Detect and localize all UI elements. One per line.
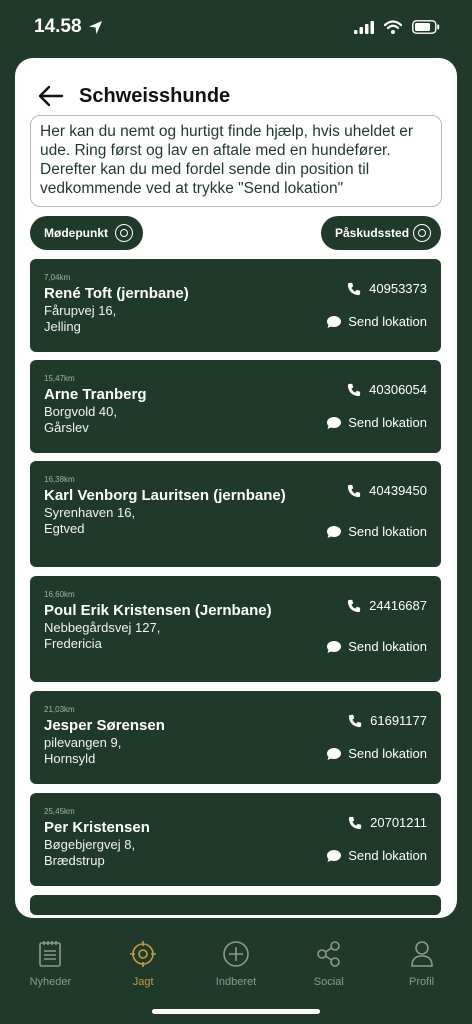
status-time: 14.58 xyxy=(34,16,103,38)
call-button[interactable]: 40953373 xyxy=(347,281,427,296)
send-location-button[interactable]: Send lokation xyxy=(326,524,427,539)
send-location-button[interactable]: Send lokation xyxy=(326,746,427,761)
phone-icon xyxy=(348,599,361,612)
send-location-button[interactable]: Send lokation xyxy=(326,314,427,329)
battery-icon xyxy=(412,20,440,34)
contact-name: Per Kristensen xyxy=(44,819,150,836)
person-icon xyxy=(410,941,433,967)
phone-icon xyxy=(348,282,361,295)
send-location-label: Send lokation xyxy=(348,415,427,430)
phone-number: 40953373 xyxy=(369,281,427,296)
tab-nyheder[interactable]: Nyheder xyxy=(4,932,97,1024)
street: Nebbegårdsvej 127, xyxy=(44,620,161,635)
status-bar: 14.58 xyxy=(0,0,472,54)
contact-card-partial[interactable] xyxy=(30,895,441,915)
phone-icon xyxy=(348,383,361,396)
chat-bubble-icon xyxy=(327,525,342,538)
street: Syrenhaven 16, xyxy=(44,505,136,520)
phone-number: 40439450 xyxy=(369,483,427,498)
contact-card[interactable]: 7,04km René Toft (jernbane) Fårupvej 16,… xyxy=(30,259,441,352)
chat-bubble-icon xyxy=(327,747,342,760)
phone-number: 20701211 xyxy=(370,815,427,830)
signal-icon xyxy=(354,20,374,34)
call-button[interactable]: 40306054 xyxy=(347,382,427,397)
send-location-button[interactable]: Send lokation xyxy=(326,848,427,863)
phone-number: 40306054 xyxy=(369,382,427,397)
content-sheet: Schweisshunde Her kan du nemt og hurtigt… xyxy=(15,58,457,918)
send-location-label: Send lokation xyxy=(348,314,427,329)
chat-bubble-icon xyxy=(327,416,342,429)
send-location-button[interactable]: Send lokation xyxy=(326,639,427,654)
contact-card[interactable]: 16,60km Poul Erik Kristensen (Jernbane) … xyxy=(30,576,441,682)
call-button[interactable]: 61691177 xyxy=(348,713,427,728)
shot-location-button[interactable]: Påskudssted xyxy=(321,216,441,250)
meeting-point-label: Mødepunkt xyxy=(44,226,108,240)
contact-card[interactable]: 21,03km Jesper Sørensen pilevangen 9, Ho… xyxy=(30,691,441,784)
tab-label: Indberet xyxy=(215,976,257,988)
chat-bubble-icon xyxy=(327,315,342,328)
clock-text: 14.58 xyxy=(34,16,82,37)
plus-circle-icon xyxy=(223,941,249,967)
send-location-label: Send lokation xyxy=(348,848,427,863)
call-button[interactable]: 40439450 xyxy=(347,483,427,498)
call-button[interactable]: 24416687 xyxy=(347,598,427,613)
info-text: Her kan du nemt og hurtigt finde hjælp, … xyxy=(30,115,442,207)
contact-name: Poul Erik Kristensen (Jernbane) xyxy=(44,602,272,619)
back-arrow-icon xyxy=(38,85,64,107)
call-button[interactable]: 20701211 xyxy=(348,815,427,830)
contact-name: Arne Tranberg xyxy=(44,386,147,403)
contact-name: René Toft (jernbane) xyxy=(44,285,189,302)
phone-icon xyxy=(349,816,362,829)
header: Schweisshunde xyxy=(15,78,457,114)
contact-card[interactable]: 25,45km Per Kristensen Bøgebjergvej 8, B… xyxy=(30,793,441,886)
shot-location-label: Påskudssted xyxy=(335,226,410,240)
send-location-label: Send lokation xyxy=(348,524,427,539)
back-button[interactable] xyxy=(37,82,65,110)
tab-label: Profil xyxy=(409,976,435,988)
chat-bubble-icon xyxy=(327,849,342,862)
status-indicators xyxy=(354,20,440,34)
tab-profil[interactable]: Profil xyxy=(375,932,468,1024)
home-indicator xyxy=(152,1009,320,1014)
tab-label: Nyheder xyxy=(29,976,72,988)
tab-label: Jagt xyxy=(132,976,154,988)
wifi-icon xyxy=(384,20,402,34)
target-icon xyxy=(413,224,431,242)
news-icon xyxy=(39,941,62,967)
target-icon xyxy=(115,224,133,242)
send-location-button[interactable]: Send lokation xyxy=(326,415,427,430)
location-arrow-icon xyxy=(88,20,102,34)
contact-card[interactable]: 16,38km Karl Venborg Lauritsen (jernbane… xyxy=(30,461,441,567)
tab-label: Social xyxy=(313,976,344,988)
phone-number: 61691177 xyxy=(370,713,427,728)
share-icon xyxy=(316,941,340,967)
contact-name: Karl Venborg Lauritsen (jernbane) xyxy=(44,487,286,504)
chat-bubble-icon xyxy=(327,640,342,653)
phone-icon xyxy=(348,484,361,497)
contact-card[interactable]: 15,47km Arne Tranberg Borgvold 40, Gårsl… xyxy=(30,360,441,453)
send-location-label: Send lokation xyxy=(348,746,427,761)
meeting-point-button[interactable]: Mødepunkt xyxy=(30,216,143,250)
phone-number: 24416687 xyxy=(369,598,427,613)
page-title: Schweisshunde xyxy=(79,84,231,107)
target-icon xyxy=(130,941,157,967)
contact-name: Jesper Sørensen xyxy=(44,717,165,734)
phone-icon xyxy=(349,714,362,727)
send-location-label: Send lokation xyxy=(348,639,427,654)
